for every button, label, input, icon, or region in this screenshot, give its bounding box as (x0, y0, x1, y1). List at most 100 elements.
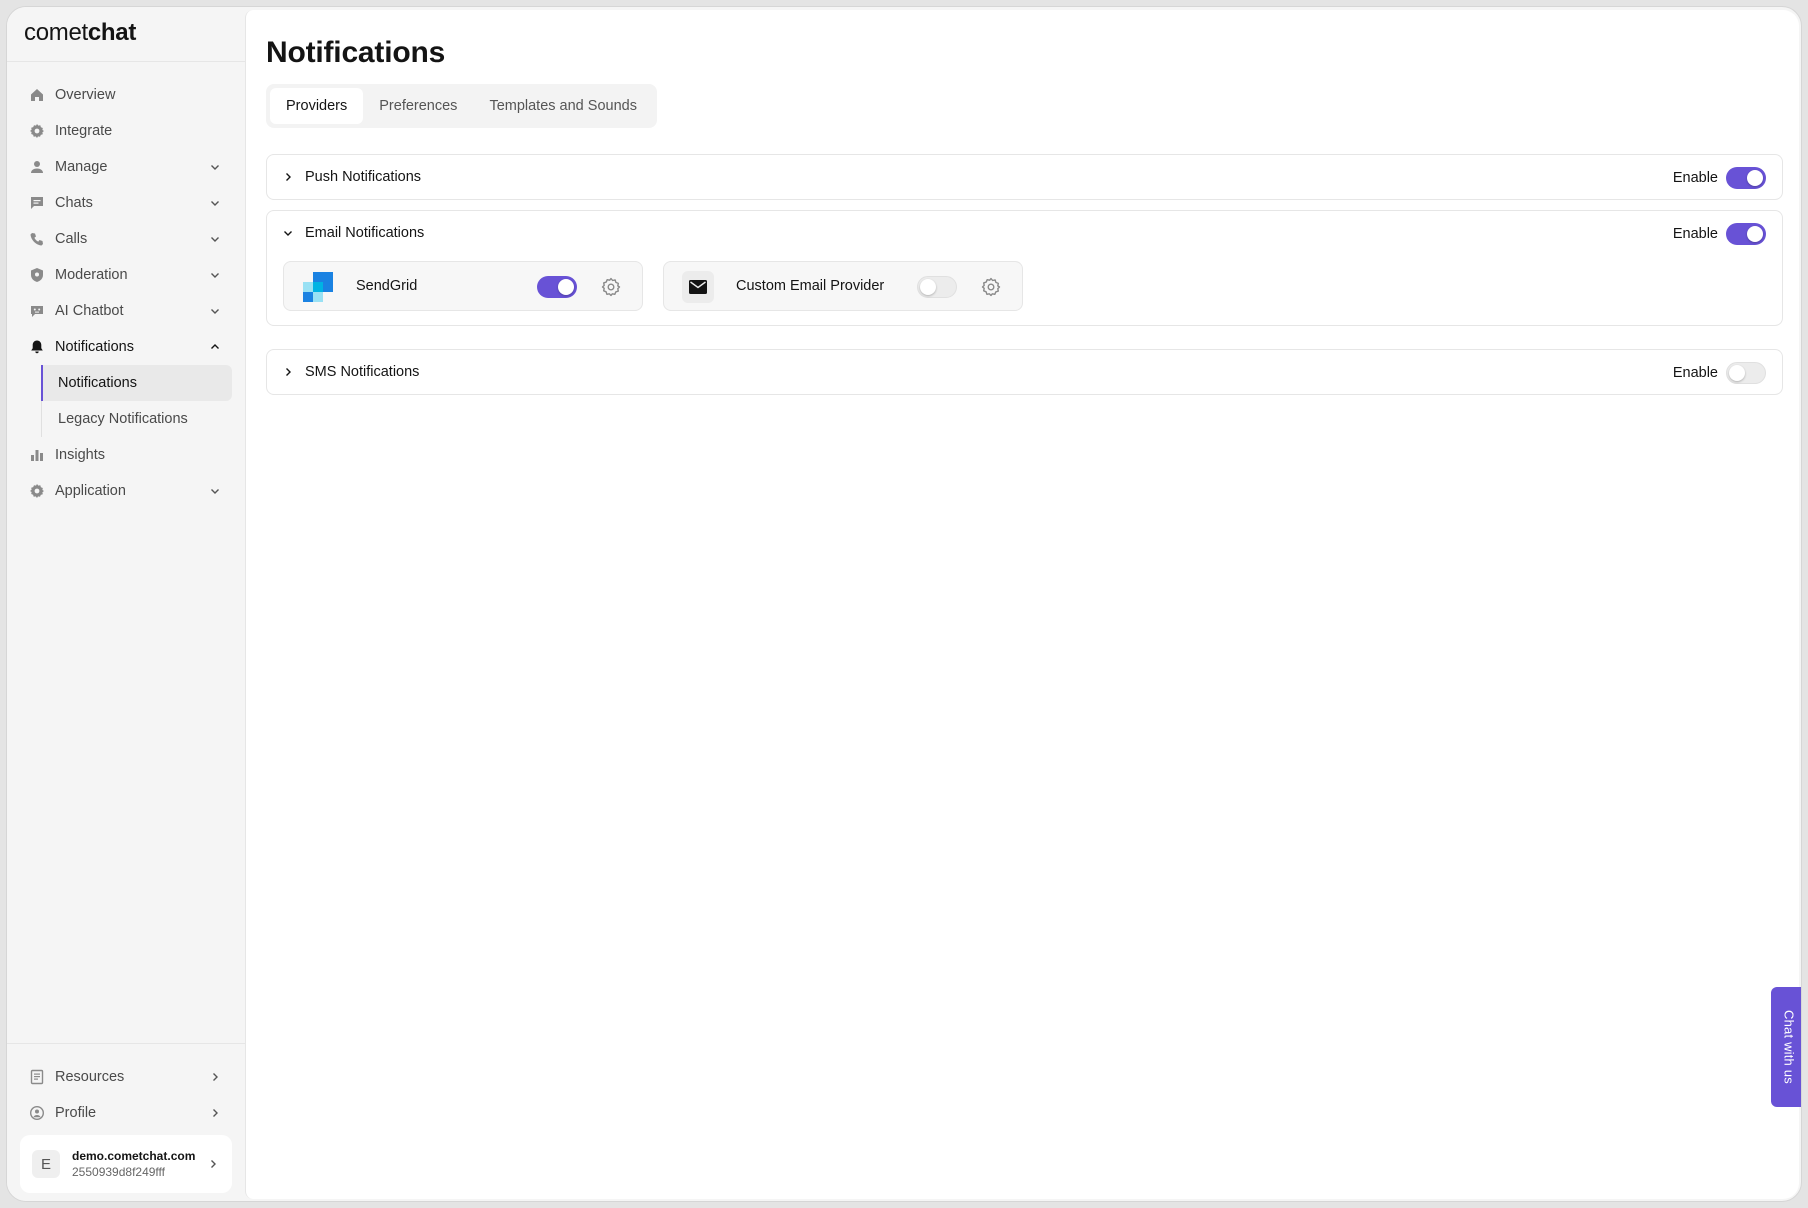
enable-label: Enable (1672, 170, 1718, 186)
tab-bar: Providers Preferences Templates and Soun… (266, 84, 657, 128)
settings-gear-icon[interactable] (600, 276, 622, 298)
sms-notifications-panel: SMS Notifications Enable (266, 349, 1783, 395)
chevron-down-icon (211, 201, 219, 206)
enable-control: Enable (1673, 167, 1766, 189)
enable-label: Enable (1672, 226, 1718, 242)
sendgrid-toggle[interactable] (537, 276, 577, 298)
provider-name: Custom Email Provider (736, 278, 885, 294)
push-notifications-header[interactable]: Push Notifications Enable (267, 155, 1782, 199)
avatar: E (32, 1150, 60, 1178)
sidebar-item-label: Integrate (55, 123, 113, 139)
chevron-down-icon (211, 237, 219, 242)
panel-title: SMS Notifications (305, 364, 420, 380)
sidebar-item-label: Profile (55, 1105, 97, 1121)
home-icon (28, 86, 46, 104)
email-providers: SendGrid Custom Email Provider (267, 255, 1782, 325)
sidebar-item-label: Manage (55, 159, 108, 175)
tab-preferences[interactable]: Preferences (363, 88, 473, 124)
email-notifications-header[interactable]: Email Notifications Enable (267, 211, 1782, 255)
email-notifications-panel: Email Notifications Enable SendGrid Cust… (266, 210, 1783, 326)
bar-chart-icon (28, 446, 46, 464)
toggle-knob (920, 279, 936, 295)
chevron-down-icon (284, 231, 292, 236)
notifications-subnav: Notifications Legacy Notifications (41, 365, 232, 437)
chevron-right-icon (286, 368, 291, 376)
sidebar-item-application[interactable]: Application (20, 473, 232, 509)
account-domain: demo.cometchat.com (72, 1149, 196, 1163)
gear-icon (28, 122, 46, 140)
enable-label: Enable (1672, 365, 1718, 381)
main-content: Notifications Providers Preferences Temp… (245, 10, 1799, 1199)
chevron-down-icon (211, 165, 219, 170)
chat-with-us-label: Chat with us (1781, 1010, 1797, 1084)
custom-email-provider-toggle[interactable] (917, 276, 957, 298)
sms-notifications-toggle[interactable] (1726, 362, 1766, 384)
panel-title: Email Notifications (305, 225, 425, 241)
account-info: demo.cometchat.com 2550939d8f249fff (72, 1149, 195, 1179)
cometchat-logo[interactable]: cometchat (24, 19, 136, 47)
sendgrid-logo-icon (302, 271, 334, 303)
gear-icon (28, 482, 46, 500)
sidebar-item-chats[interactable]: Chats (20, 185, 232, 221)
provider-card-sendgrid: SendGrid (283, 261, 643, 311)
account-id: 2550939d8f249fff (72, 1165, 165, 1179)
sidebar-bottom-nav: Resources Profile (20, 1059, 232, 1131)
sidebar-item-label: AI Chatbot (55, 303, 124, 319)
page-title: Notifications (266, 36, 446, 69)
sidebar-item-label: Application (55, 483, 126, 499)
chevron-right-icon (213, 1073, 218, 1081)
sidebar-item-calls[interactable]: Calls (20, 221, 232, 257)
sidebar: cometchat Overview Integrate Manage Chat… (7, 7, 245, 1201)
toggle-knob (1747, 170, 1763, 186)
email-notifications-toggle[interactable] (1726, 223, 1766, 245)
push-notifications-toggle[interactable] (1726, 167, 1766, 189)
sidebar-item-overview[interactable]: Overview (20, 77, 232, 113)
phone-icon (28, 230, 46, 248)
sidebar-item-label: Resources (55, 1069, 125, 1085)
chevron-down-icon (211, 309, 219, 314)
chevron-right-icon (213, 1109, 218, 1117)
sidebar-item-manage[interactable]: Manage (20, 149, 232, 185)
chevron-down-icon (211, 489, 219, 494)
shield-icon (28, 266, 46, 284)
push-notifications-panel: Push Notifications Enable (266, 154, 1783, 200)
chat-icon (28, 194, 46, 212)
account-switcher[interactable]: E demo.cometchat.com 2550939d8f249fff (20, 1135, 232, 1193)
tab-providers[interactable]: Providers (270, 88, 364, 124)
sidebar-item-label: Overview (55, 87, 116, 103)
sidebar-item-insights[interactable]: Insights (20, 437, 232, 473)
sidebar-item-label: Notifications (55, 339, 134, 355)
provider-card-custom-email: Custom Email Provider (663, 261, 1023, 311)
toggle-knob (1729, 365, 1745, 381)
book-icon (28, 1068, 46, 1086)
divider (7, 61, 245, 62)
toggle-knob (1747, 226, 1763, 242)
bot-icon (28, 302, 46, 320)
chevron-right-icon (211, 1160, 216, 1168)
toggle-knob (558, 279, 574, 295)
chat-with-us-button[interactable]: Chat with us (1771, 987, 1801, 1107)
sidebar-item-resources[interactable]: Resources (20, 1059, 232, 1095)
sidebar-item-ai-chatbot[interactable]: AI Chatbot (20, 293, 232, 329)
sidebar-item-label: Moderation (55, 267, 128, 283)
chevron-down-icon (211, 273, 219, 278)
profile-icon (28, 1104, 46, 1122)
sms-notifications-header[interactable]: SMS Notifications Enable (267, 350, 1782, 394)
sidebar-item-moderation[interactable]: Moderation (20, 257, 232, 293)
app-window: cometchat Overview Integrate Manage Chat… (6, 6, 1802, 1202)
user-icon (28, 158, 46, 176)
subnav-item-legacy-notifications[interactable]: Legacy Notifications (42, 401, 232, 437)
provider-name: SendGrid (356, 278, 418, 294)
subnav-item-notifications[interactable]: Notifications (41, 365, 232, 401)
settings-gear-icon[interactable] (980, 276, 1002, 298)
sidebar-item-profile[interactable]: Profile (20, 1095, 232, 1131)
enable-control: Enable (1673, 223, 1766, 245)
panel-title: Push Notifications (305, 169, 422, 185)
sidebar-item-notifications[interactable]: Notifications (20, 329, 232, 365)
sidebar-nav: Overview Integrate Manage Chats Calls Mo… (20, 77, 232, 509)
sidebar-item-integrate[interactable]: Integrate (20, 113, 232, 149)
divider (7, 1043, 245, 1044)
tab-templates-and-sounds[interactable]: Templates and Sounds (473, 88, 653, 124)
enable-control: Enable (1673, 362, 1766, 384)
sidebar-item-label: Chats (55, 195, 93, 211)
